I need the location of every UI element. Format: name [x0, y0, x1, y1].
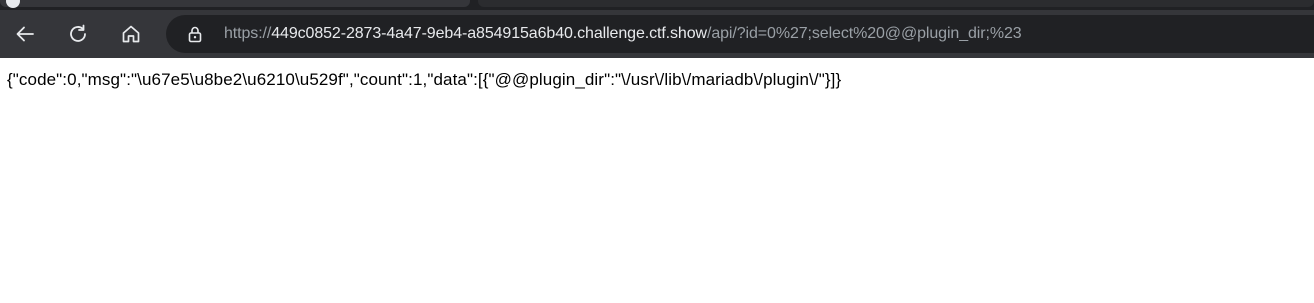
- page-content: {"code":0,"msg":"\u67e5\u8be2\u6210\u529…: [0, 58, 1314, 303]
- tab-favicon: [6, 0, 20, 8]
- tab-inactive[interactable]: [478, 0, 1314, 7]
- arrow-left-icon: [16, 26, 34, 42]
- reload-icon: [70, 24, 86, 42]
- url-text[interactable]: https://449c0852-2873-4a47-9eb4-a854915a…: [224, 15, 1022, 53]
- url-scheme: https://: [224, 25, 272, 42]
- home-button[interactable]: [114, 17, 148, 51]
- address-bar[interactable]: https://449c0852-2873-4a47-9eb4-a854915a…: [166, 15, 1314, 53]
- tab-strip: [0, 0, 1314, 10]
- home-icon: [122, 25, 140, 43]
- browser-toolbar: https://449c0852-2873-4a47-9eb4-a854915a…: [0, 10, 1314, 58]
- lock-icon[interactable]: [186, 25, 204, 43]
- back-button[interactable]: [8, 17, 42, 51]
- json-response-text: {"code":0,"msg":"\u67e5\u8be2\u6210\u529…: [7, 70, 842, 89]
- tab-active[interactable]: [0, 0, 470, 8]
- reload-button[interactable]: [61, 17, 95, 51]
- url-host: 449c0852-2873-4a47-9eb4-a854915a6b40.cha…: [271, 25, 707, 42]
- url-path: /api/?id=0%27;select%20@@plugin_dir;%23: [706, 25, 1022, 42]
